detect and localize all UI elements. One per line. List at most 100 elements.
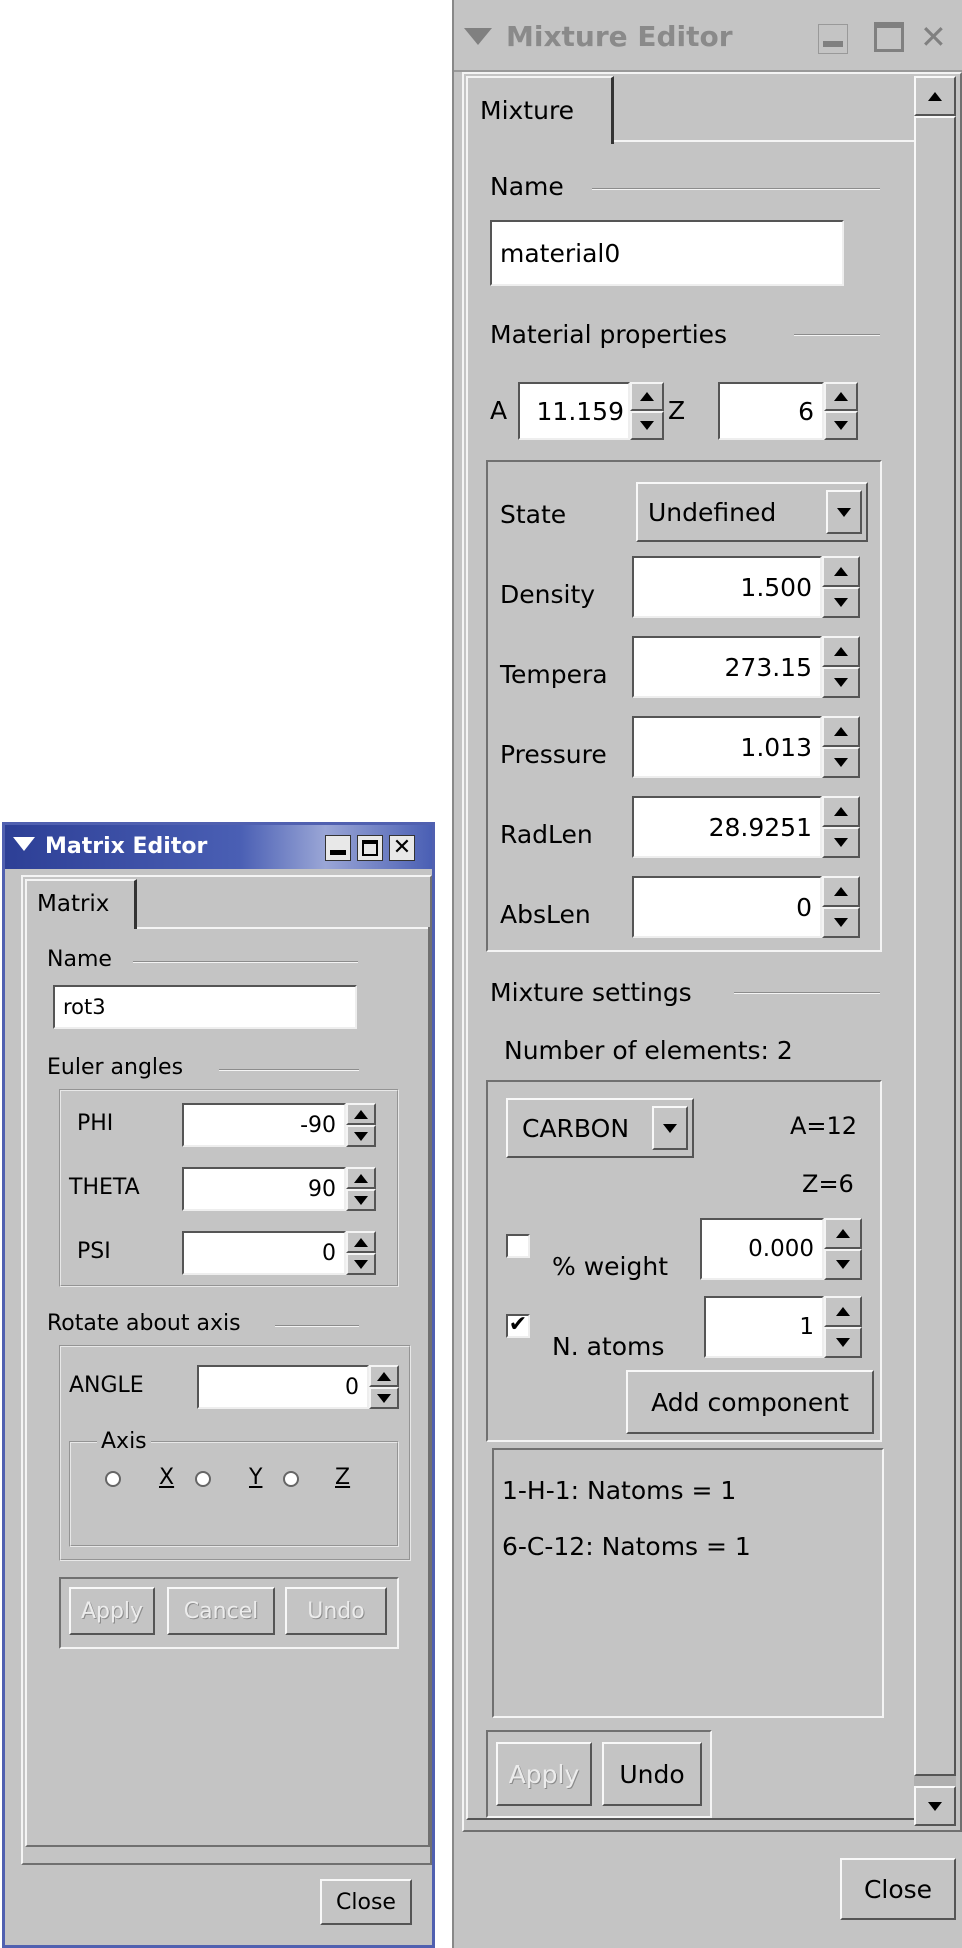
spin-up-icon[interactable] xyxy=(824,1218,862,1249)
tab-mixture[interactable]: Mixture xyxy=(466,76,614,144)
z-input[interactable]: 6 xyxy=(718,382,824,440)
mixture-name-input[interactable]: material0 xyxy=(490,220,844,286)
matrix-close-button[interactable]: Close xyxy=(320,1879,412,1925)
spin-down-icon[interactable] xyxy=(824,1327,862,1358)
axis-z-label[interactable]: Z xyxy=(335,1465,350,1490)
minimize-icon[interactable] xyxy=(818,24,848,54)
components-list[interactable]: 1-H-1: Natoms = 1 6-C-12: Natoms = 1 xyxy=(492,1448,884,1718)
spin-up-icon[interactable] xyxy=(824,1296,862,1327)
spin-down-icon[interactable] xyxy=(822,827,860,858)
spin-up-icon[interactable] xyxy=(346,1167,376,1189)
theta-input[interactable]: 90 xyxy=(182,1167,346,1211)
phi-label: PHI xyxy=(77,1111,114,1136)
axis-z-radio[interactable] xyxy=(283,1471,299,1487)
axis-y-radio[interactable] xyxy=(195,1471,211,1487)
axis-y-label[interactable]: Y xyxy=(249,1465,262,1490)
matrix-name-input[interactable]: rot3 xyxy=(53,985,357,1029)
matrix-apply-button[interactable]: Apply xyxy=(69,1587,155,1635)
axis-group-label: Axis xyxy=(97,1429,151,1454)
state-dropdown[interactable]: Undefined xyxy=(636,482,868,542)
component-item[interactable]: 1-H-1: Natoms = 1 xyxy=(502,1476,736,1505)
mixture-close-button[interactable]: Close xyxy=(840,1858,956,1920)
psi-spinner[interactable] xyxy=(346,1231,376,1275)
pressure-input[interactable]: 1.013 xyxy=(632,716,822,778)
natoms-spinner[interactable] xyxy=(824,1296,862,1358)
angle-spinner[interactable] xyxy=(369,1365,399,1409)
name-section-label: Name xyxy=(47,947,112,972)
scrollbar-thumb[interactable] xyxy=(914,116,956,1776)
vertical-scrollbar[interactable] xyxy=(914,76,956,1826)
natoms-checkbox[interactable]: ✔ xyxy=(506,1314,530,1338)
spin-down-icon[interactable] xyxy=(822,907,860,938)
spin-up-icon[interactable] xyxy=(822,876,860,907)
abslen-input[interactable]: 0 xyxy=(632,876,822,938)
axis-x-label[interactable]: X xyxy=(159,1465,174,1490)
spin-down-icon[interactable] xyxy=(824,411,858,440)
spin-up-icon[interactable] xyxy=(369,1365,399,1387)
angle-input[interactable]: 0 xyxy=(197,1365,369,1409)
maximize-icon[interactable] xyxy=(874,22,904,52)
spin-down-icon[interactable] xyxy=(822,747,860,778)
mixture-apply-button[interactable]: Apply xyxy=(496,1742,592,1806)
spin-down-icon[interactable] xyxy=(822,667,860,698)
name-section-label: Name xyxy=(490,172,564,201)
spin-up-icon[interactable] xyxy=(346,1103,376,1125)
weight-input[interactable]: 0.000 xyxy=(700,1218,824,1280)
chevron-down-icon[interactable] xyxy=(826,490,862,534)
add-component-button[interactable]: Add component xyxy=(626,1370,874,1434)
spin-down-icon[interactable] xyxy=(346,1189,376,1211)
spin-up-icon[interactable] xyxy=(822,796,860,827)
spin-down-icon[interactable] xyxy=(369,1387,399,1409)
phi-spinner[interactable] xyxy=(346,1103,376,1147)
pressure-spinner[interactable] xyxy=(822,716,860,778)
component-item[interactable]: 6-C-12: Natoms = 1 xyxy=(502,1532,751,1561)
mixture-editor-titlebar[interactable]: Mixture Editor ✕ xyxy=(454,0,962,72)
density-input[interactable]: 1.500 xyxy=(632,556,822,618)
phi-input[interactable]: -90 xyxy=(182,1103,346,1147)
scroll-down-icon[interactable] xyxy=(914,1786,956,1826)
spin-up-icon[interactable] xyxy=(630,382,664,411)
props-section-label: Material properties xyxy=(490,320,728,349)
spin-down-icon[interactable] xyxy=(346,1125,376,1147)
a-input[interactable]: 11.159 xyxy=(518,382,630,440)
spin-up-icon[interactable] xyxy=(822,636,860,667)
psi-input[interactable]: 0 xyxy=(182,1231,346,1275)
spin-down-icon[interactable] xyxy=(346,1253,376,1275)
temperature-input[interactable]: 273.15 xyxy=(632,636,822,698)
abslen-label: AbsLen xyxy=(500,900,591,929)
spin-up-icon[interactable] xyxy=(824,382,858,411)
spin-down-icon[interactable] xyxy=(630,411,664,440)
scroll-up-icon[interactable] xyxy=(914,76,956,116)
matrix-cancel-button[interactable]: Cancel xyxy=(167,1587,275,1635)
close-icon[interactable]: ✕ xyxy=(920,18,947,56)
a-spinner[interactable] xyxy=(630,382,664,440)
spin-down-icon[interactable] xyxy=(822,587,860,618)
chevron-down-icon[interactable] xyxy=(652,1106,688,1150)
temperature-spinner[interactable] xyxy=(822,636,860,698)
spin-up-icon[interactable] xyxy=(822,716,860,747)
abslen-spinner[interactable] xyxy=(822,876,860,938)
theta-spinner[interactable] xyxy=(346,1167,376,1211)
radlen-input[interactable]: 28.9251 xyxy=(632,796,822,858)
matrix-editor-titlebar[interactable]: Matrix Editor ✕ xyxy=(5,825,432,869)
z-spinner[interactable] xyxy=(824,382,858,440)
natoms-input[interactable]: 1 xyxy=(704,1296,824,1358)
axis-x-radio[interactable] xyxy=(105,1471,121,1487)
weight-checkbox[interactable] xyxy=(506,1234,530,1258)
window-menu-icon[interactable] xyxy=(464,28,492,45)
close-icon[interactable]: ✕ xyxy=(389,835,415,861)
spin-up-icon[interactable] xyxy=(346,1231,376,1253)
radlen-spinner[interactable] xyxy=(822,796,860,858)
minimize-icon[interactable] xyxy=(325,835,351,861)
matrix-undo-button[interactable]: Undo xyxy=(285,1587,387,1635)
spin-up-icon[interactable] xyxy=(822,556,860,587)
mixture-undo-button[interactable]: Undo xyxy=(602,1742,702,1806)
weight-spinner[interactable] xyxy=(824,1218,862,1280)
element-dropdown[interactable]: CARBON xyxy=(506,1098,694,1158)
density-spinner[interactable] xyxy=(822,556,860,618)
state-label: State xyxy=(500,500,567,529)
spin-down-icon[interactable] xyxy=(824,1249,862,1280)
tab-matrix[interactable]: Matrix xyxy=(25,879,137,929)
window-menu-icon[interactable] xyxy=(13,837,35,851)
maximize-icon[interactable] xyxy=(357,835,383,861)
